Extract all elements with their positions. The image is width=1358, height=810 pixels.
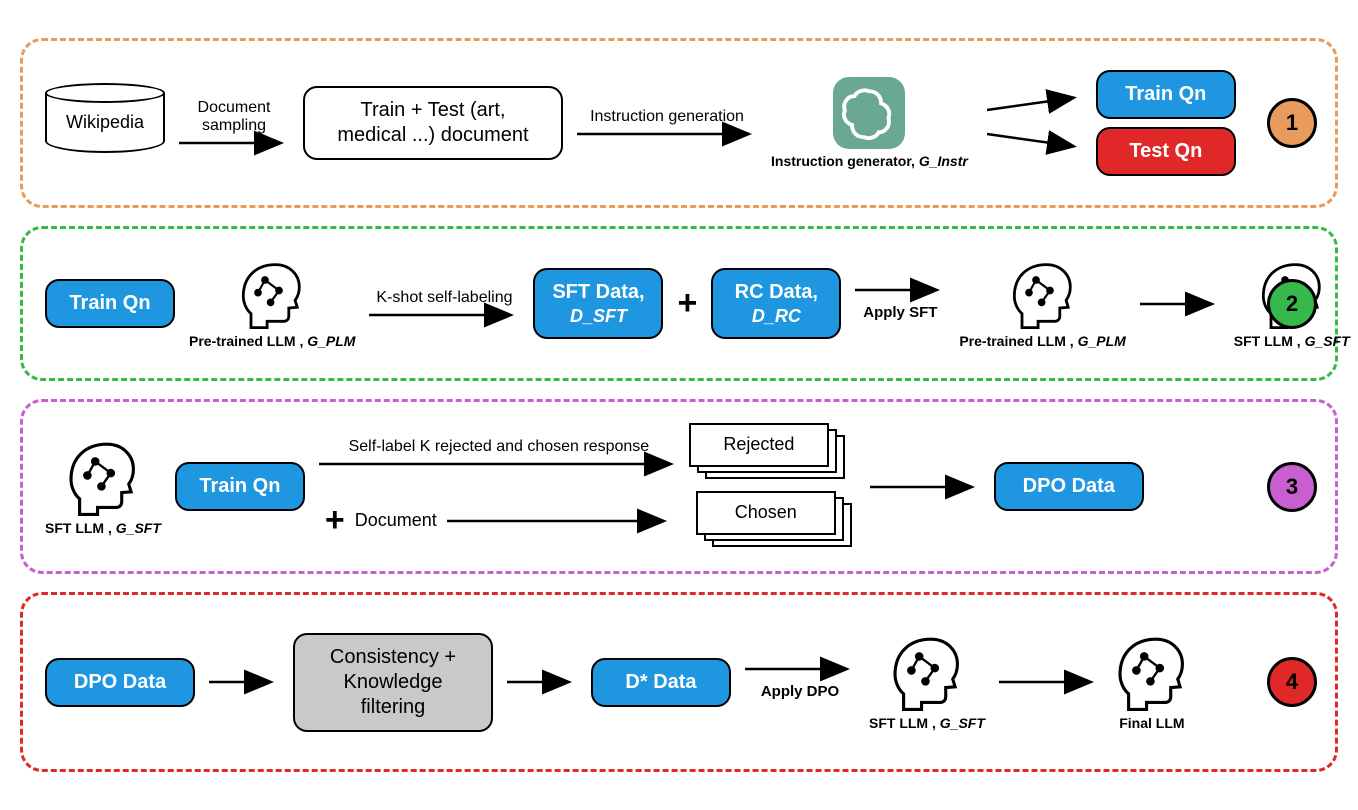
arrow-apply-sft: Apply SFT xyxy=(855,286,945,321)
label-kshot: K-shot self-labeling xyxy=(376,289,512,307)
sft-data-box: SFT Data, D_SFT xyxy=(533,268,663,340)
reject-chosen-column: Self-label K rejected and chosen respons… xyxy=(319,423,856,551)
plm-block-1: Pre-trained LLM , G_PLM xyxy=(189,259,355,349)
filter-l1: Consistency + xyxy=(330,645,456,670)
filter-l2: Knowledge xyxy=(344,670,443,695)
rejected-label: Rejected xyxy=(723,434,794,455)
arrow-split xyxy=(982,88,1082,158)
step-badge-2: 2 xyxy=(1267,279,1317,329)
test-qn-box: Test Qn xyxy=(1096,127,1236,176)
arrow-to-filter xyxy=(209,678,279,686)
label-document: Document xyxy=(355,510,437,531)
rc-data-l1: RC Data, xyxy=(735,280,818,305)
filter-l3: filtering xyxy=(361,695,425,720)
panel-dpo-training: DPO Data Consistency + Knowledge filteri… xyxy=(20,592,1338,772)
filter-box: Consistency + Knowledge filtering xyxy=(293,633,493,732)
openai-icon xyxy=(833,77,905,149)
panel-instruction-generation: Wikipedia Document sampling Train + Test… xyxy=(20,38,1338,208)
train-qn-box-2: Train Qn xyxy=(45,279,175,328)
label-apply-sft: Apply SFT xyxy=(863,304,937,321)
train-test-document-box: Train + Test (art, medical ...) document xyxy=(303,86,563,160)
arrow-apply-dpo: Apply DPO xyxy=(745,665,855,700)
sft-llm-label-3: SFT LLM , G_SFT xyxy=(45,520,161,536)
sft-data-l1: SFT Data, xyxy=(552,280,644,305)
brain-head-icon xyxy=(237,259,307,329)
sft-llm-label-4: SFT LLM , G_SFT xyxy=(869,715,985,731)
arrow-to-dpo-data xyxy=(870,483,980,491)
label-instruction-generation: Instruction generation xyxy=(590,108,744,126)
plus-icon: + xyxy=(325,501,345,540)
rc-data-l2: D_RC xyxy=(752,305,801,328)
dstar-box: D* Data xyxy=(591,658,731,707)
brain-head-icon xyxy=(888,633,966,711)
wikipedia-label: Wikipedia xyxy=(66,112,144,133)
final-llm-block: Final LLM xyxy=(1113,633,1191,731)
arrow-to-sft-llm xyxy=(1140,300,1220,308)
arrow-self-label: Self-label K rejected and chosen respons… xyxy=(319,438,679,468)
label-apply-dpo: Apply DPO xyxy=(761,683,839,700)
sft-data-l2: D_SFT xyxy=(570,305,627,328)
sft-llm-label: SFT LLM , G_SFT xyxy=(1234,333,1350,349)
instruction-generator-label: Instruction generator, G_Instr xyxy=(771,153,968,169)
step-badge-3: 3 xyxy=(1267,462,1317,512)
arrow-instruction-generation: Instruction generation xyxy=(577,108,757,138)
rc-data-box: RC Data, D_RC xyxy=(711,268,841,340)
dpo-data-box-4: DPO Data xyxy=(45,658,195,707)
sft-llm-block-3: SFT LLM , G_SFT xyxy=(45,438,161,536)
step-badge-4: 4 xyxy=(1267,657,1317,707)
plm-label-2: Pre-trained LLM , G_PLM xyxy=(959,333,1125,349)
instruction-generator-block: Instruction generator, G_Instr xyxy=(771,77,968,169)
doc-box-line2: medical ...) document xyxy=(337,123,528,148)
train-qn-box-3: Train Qn xyxy=(175,462,305,511)
step-badge-1: 1 xyxy=(1267,98,1317,148)
arrow-kshot: K-shot self-labeling xyxy=(369,289,519,319)
arrow-to-final xyxy=(999,678,1099,686)
chosen-stack: Chosen xyxy=(696,491,856,551)
qn-output-column: Train Qn Test Qn xyxy=(1096,70,1236,176)
arrow-doc-sampling: Document sampling xyxy=(179,99,289,147)
label-self-label: Self-label K rejected and chosen respons… xyxy=(349,438,650,456)
pipeline-diagram: Wikipedia Document sampling Train + Test… xyxy=(20,20,1338,772)
plm-block-2: Pre-trained LLM , G_PLM xyxy=(959,259,1125,349)
arrow-document xyxy=(447,517,672,525)
brain-head-icon xyxy=(1113,633,1191,711)
dpo-data-box: DPO Data xyxy=(994,462,1144,511)
label-doc-sampling: Document sampling xyxy=(198,99,271,135)
brain-head-icon xyxy=(1008,259,1078,329)
panel-sft: Train Qn Pre-trained LLM , G_PLM K-shot … xyxy=(20,226,1338,381)
final-llm-label: Final LLM xyxy=(1119,715,1184,731)
plus-icon: + xyxy=(677,284,697,323)
arrow-to-dstar xyxy=(507,678,577,686)
chosen-label: Chosen xyxy=(735,502,797,523)
panel-dpo-data: SFT LLM , G_SFT Train Qn Self-label K re… xyxy=(20,399,1338,574)
plm-label-1: Pre-trained LLM , G_PLM xyxy=(189,333,355,349)
rejected-stack: Rejected xyxy=(689,423,849,483)
train-qn-box: Train Qn xyxy=(1096,70,1236,119)
doc-box-line1: Train + Test (art, xyxy=(360,98,505,123)
brain-head-icon xyxy=(64,438,142,516)
sft-llm-block-4: SFT LLM , G_SFT xyxy=(869,633,985,731)
wikipedia-cylinder: Wikipedia xyxy=(45,93,165,153)
